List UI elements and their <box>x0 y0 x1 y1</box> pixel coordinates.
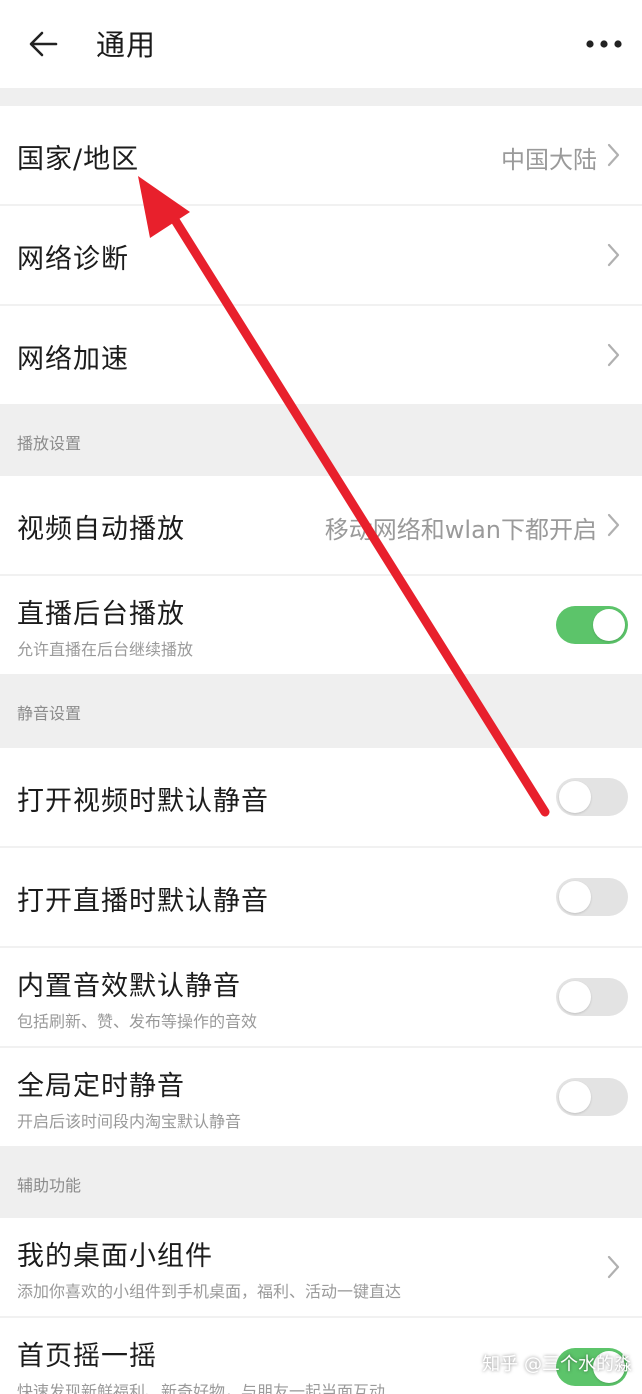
sound-effect-mute-toggle[interactable] <box>556 978 628 1016</box>
row-live-default-mute: 打开直播时默认静音 <box>0 848 642 946</box>
row-video-autoplay[interactable]: 视频自动播放 移动网络和wlan下都开启 <box>0 476 642 574</box>
chevron-right-icon <box>607 1255 620 1279</box>
row-value: 中国大陆 <box>501 146 597 174</box>
section-title: 辅助功能 <box>17 1176 82 1195</box>
row-video-default-mute: 打开视频时默认静音 <box>0 748 642 846</box>
toggle-knob <box>559 981 591 1013</box>
row-label: 国家/地区 <box>17 144 140 175</box>
row-label: 首页摇一摇 <box>17 1341 157 1372</box>
row-label: 内置音效默认静音 <box>17 971 241 1002</box>
watermark: 知乎 @三个水的淼 <box>482 1354 632 1375</box>
section-header-assist: 辅助功能 <box>0 1146 642 1218</box>
chevron-right-icon <box>607 343 620 367</box>
row-subtitle: 允许直播在后台继续播放 <box>17 640 194 659</box>
row-label: 网络加速 <box>17 344 129 375</box>
more-dots-icon[interactable] <box>584 30 624 58</box>
live-default-mute-toggle[interactable] <box>556 878 628 916</box>
row-subtitle: 开启后该时间段内淘宝默认静音 <box>17 1112 242 1131</box>
row-label: 直播后台播放 <box>17 599 185 630</box>
section-header-mute: 静音设置 <box>0 674 642 746</box>
toggle-knob <box>593 609 625 641</box>
section-header-playback: 播放设置 <box>0 404 642 476</box>
live-background-play-toggle[interactable] <box>556 606 628 644</box>
toggle-knob <box>559 781 591 813</box>
row-label: 视频自动播放 <box>17 514 185 545</box>
row-network-acceleration[interactable]: 网络加速 <box>0 306 642 404</box>
row-global-timed-mute: 全局定时静音 开启后该时间段内淘宝默认静音 <box>0 1048 642 1146</box>
global-timed-mute-toggle[interactable] <box>556 1078 628 1116</box>
row-subtitle: 包括刷新、赞、发布等操作的音效 <box>17 1012 258 1031</box>
row-country-region[interactable]: 国家/地区 中国大陆 <box>0 106 642 204</box>
section-title: 播放设置 <box>17 434 82 453</box>
row-label: 全局定时静音 <box>17 1071 185 1102</box>
row-value: 移动网络和wlan下都开启 <box>324 516 597 544</box>
chevron-right-icon <box>607 513 620 537</box>
row-label: 网络诊断 <box>17 244 129 275</box>
page-title: 通用 <box>96 28 157 62</box>
video-default-mute-toggle[interactable] <box>556 778 628 816</box>
section-title: 静音设置 <box>17 704 82 723</box>
chevron-right-icon <box>607 143 620 167</box>
row-subtitle: 快速发现新鲜福利、新奇好物，与朋友一起当面互动 <box>17 1382 386 1394</box>
row-live-background-play: 直播后台播放 允许直播在后台继续播放 <box>0 576 642 674</box>
toggle-knob <box>559 881 591 913</box>
back-arrow-icon[interactable] <box>26 26 62 62</box>
row-label: 我的桌面小组件 <box>17 1241 213 1272</box>
row-sound-effect-mute: 内置音效默认静音 包括刷新、赞、发布等操作的音效 <box>0 948 642 1046</box>
toggle-knob <box>559 1081 591 1113</box>
row-label: 打开直播时默认静音 <box>17 886 269 917</box>
row-network-diagnosis[interactable]: 网络诊断 <box>0 206 642 304</box>
row-subtitle: 添加你喜欢的小组件到手机桌面，福利、活动一键直达 <box>17 1282 402 1301</box>
row-label: 打开视频时默认静音 <box>17 786 269 817</box>
row-desktop-widget[interactable]: 我的桌面小组件 添加你喜欢的小组件到手机桌面，福利、活动一键直达 <box>0 1218 642 1316</box>
header-bar: 通用 <box>0 0 642 88</box>
chevron-right-icon <box>607 243 620 267</box>
